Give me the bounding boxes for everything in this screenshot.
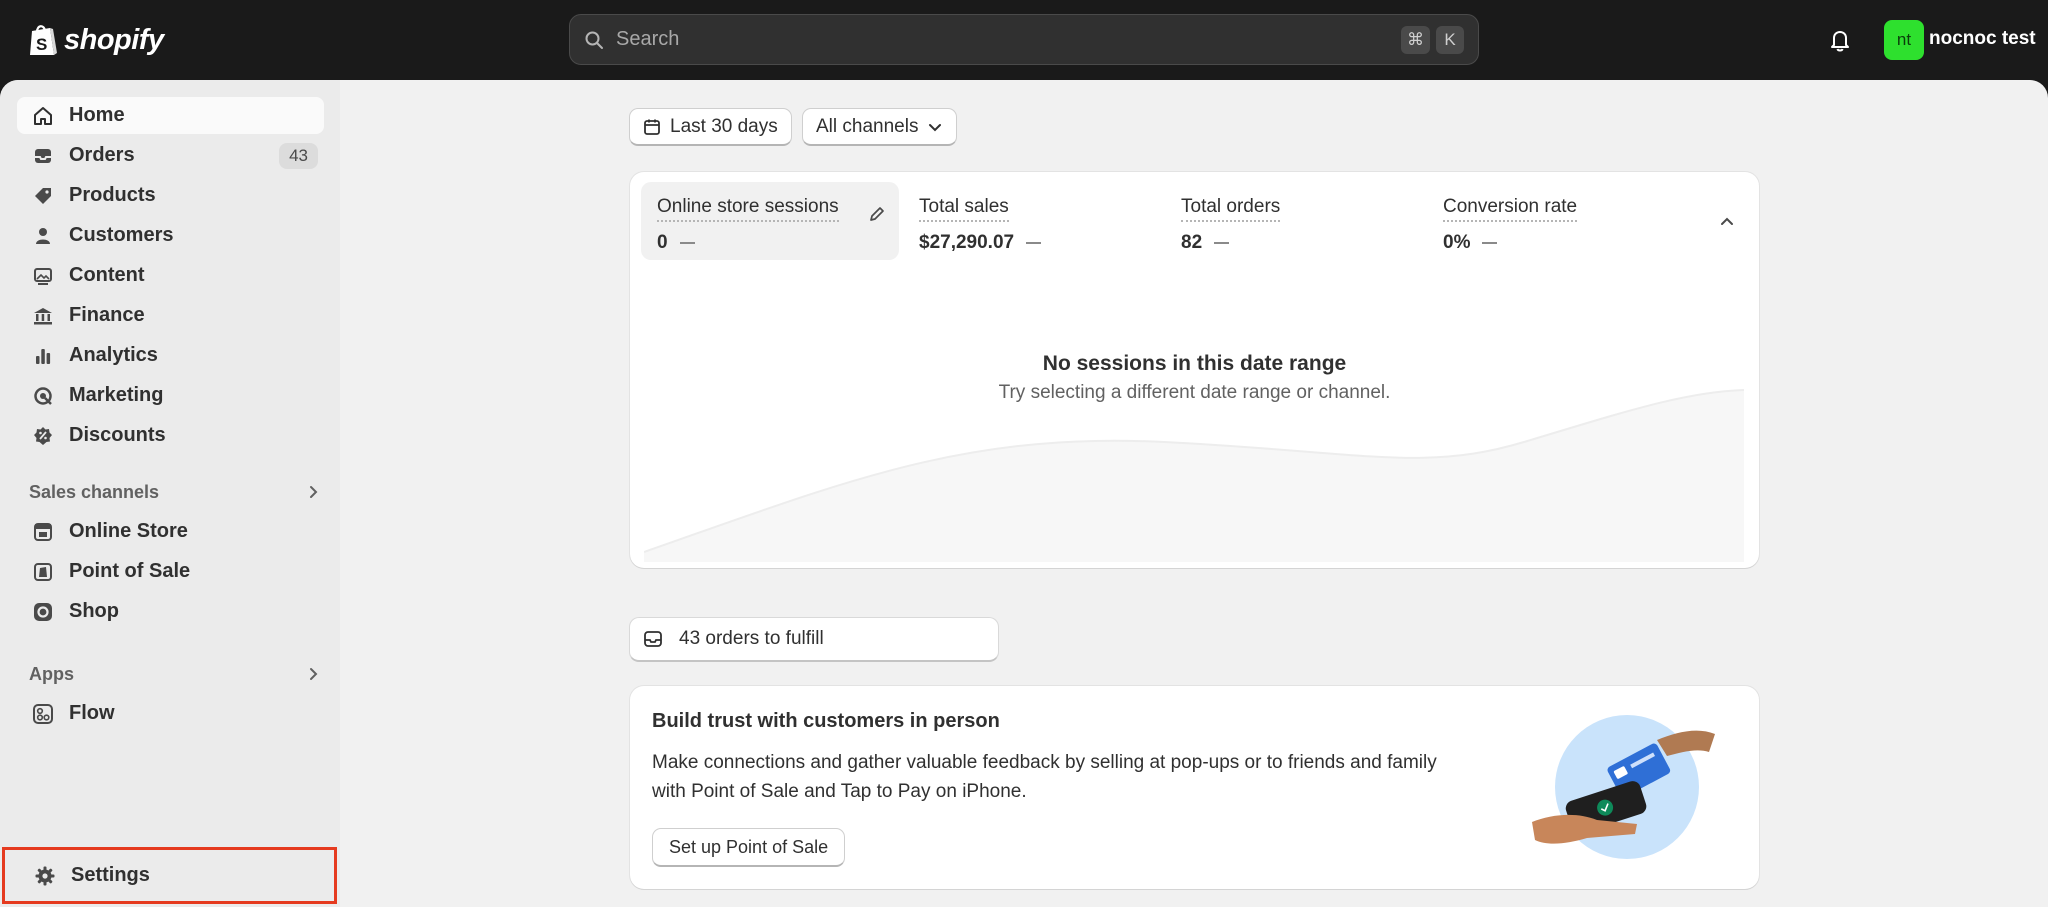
flow-icon [31, 702, 55, 726]
sidebar-item-label: Products [69, 184, 156, 206]
metric-conversion-rate[interactable]: Conversion rate 0% [1427, 182, 1685, 260]
sidebar-item-home[interactable]: Home [17, 97, 324, 134]
metrics-card: Online store sessions 0 Total sales $27,… [630, 172, 1759, 568]
metric-label: Conversion rate [1443, 196, 1578, 222]
shortcut-k-key: K [1436, 25, 1464, 54]
sidebar-item-products[interactable]: Products [17, 177, 324, 214]
sidebar-item-label: Shop [69, 600, 119, 622]
sidebar-item-label: Marketing [69, 384, 164, 406]
metric-value: 0 [657, 232, 883, 254]
sidebar-item-label: Point of Sale [69, 560, 191, 582]
metric-label: Total sales [919, 196, 1009, 222]
person-icon [31, 224, 55, 248]
sales-channels-header[interactable]: Sales channels [29, 477, 324, 507]
sales-channels-title: Sales channels [29, 481, 160, 502]
bank-icon [31, 304, 55, 328]
inbox-icon [644, 631, 662, 647]
orders-count-badge: 43 [279, 143, 318, 169]
sidebar-item-shop[interactable]: Shop [17, 593, 324, 630]
sidebar-item-label: Orders [69, 144, 135, 166]
empty-state-subtitle: Try selecting a different date range or … [998, 382, 1391, 403]
promo-title: Build trust with customers in person [652, 710, 1000, 732]
image-icon [31, 264, 55, 288]
sidebar-item-content[interactable]: Content [17, 257, 324, 294]
chevron-right-icon[interactable] [304, 483, 322, 501]
home-icon [31, 104, 55, 128]
sidebar-item-label: Analytics [69, 344, 158, 366]
promo-body: Make connections and gather valuable fee… [652, 752, 1437, 802]
target-icon [31, 384, 55, 408]
shortcut-cmd-key: ⌘ [1401, 25, 1430, 54]
sidebar-item-marketing[interactable]: Marketing [17, 377, 324, 414]
pos-promo-card: Build trust with customers in person Mak… [630, 686, 1759, 889]
orders-to-fulfill-button[interactable]: 43 orders to fulfill [629, 617, 999, 662]
shop-icon [31, 600, 55, 624]
sidebar-item-label: Content [69, 264, 145, 286]
sidebar-item-label: Customers [69, 224, 174, 246]
empty-state-title: No sessions in this date range [1042, 352, 1347, 375]
apps-title: Apps [29, 663, 74, 684]
storefront-icon [31, 520, 55, 544]
calendar-icon [644, 119, 660, 135]
metric-total-orders[interactable]: Total orders 82 [1165, 182, 1423, 260]
apps-header[interactable]: Apps [29, 659, 324, 689]
admin-frame: Home Orders 43 Products Customers Conten… [0, 80, 2048, 907]
bar-chart-icon [31, 344, 55, 368]
pos-icon [31, 560, 55, 584]
sidebar-item-discounts[interactable]: Discounts [17, 417, 324, 454]
tag-icon [31, 184, 55, 208]
channels-label: All channels [816, 115, 919, 137]
sidebar-item-analytics[interactable]: Analytics [17, 337, 324, 374]
sidebar-item-label: Home [69, 104, 125, 126]
settings-label: Settings [71, 864, 150, 886]
sidebar-item-customers[interactable]: Customers [17, 217, 324, 254]
metric-value: 0% [1443, 232, 1669, 254]
sidebar-item-label: Flow [69, 702, 115, 724]
svg-text:S: S [36, 35, 47, 54]
search-icon [585, 31, 603, 49]
sidebar-item-label: Finance [69, 304, 145, 326]
chevron-down-icon [929, 123, 942, 131]
metric-label: Total orders [1181, 196, 1281, 222]
store-avatar[interactable]: nt [1884, 20, 1924, 60]
sidebar-item-finance[interactable]: Finance [17, 297, 324, 334]
pos-payment-illustration [1532, 715, 1715, 859]
sidebar-item-label: Discounts [69, 424, 166, 446]
inbox-icon [31, 144, 55, 168]
discount-icon [31, 424, 55, 448]
sidebar-item-label: Online Store [69, 520, 188, 542]
top-bar: S shopify ⌘ K nt nocnoc test [0, 0, 2048, 80]
sidebar: Home Orders 43 Products Customers Conten… [0, 80, 340, 907]
brand-wordmark: shopify [64, 23, 164, 56]
metric-label: Online store sessions [657, 196, 839, 222]
search-input[interactable] [616, 28, 1395, 51]
sidebar-item-settings[interactable]: Settings [2, 847, 337, 904]
gear-icon [33, 864, 57, 888]
setup-pos-button[interactable]: Set up Point of Sale [652, 828, 846, 867]
pencil-icon[interactable] [867, 204, 887, 224]
orders-to-fulfill-label: 43 orders to fulfill [679, 628, 824, 649]
notifications-bell-icon[interactable] [1826, 26, 1854, 54]
metric-value: 82 [1181, 232, 1407, 254]
sidebar-item-orders[interactable]: Orders 43 [17, 137, 324, 174]
metric-value: $27,290.07 [919, 232, 1145, 254]
sidebar-item-point-of-sale[interactable]: Point of Sale [17, 553, 324, 590]
chevron-up-icon[interactable] [1717, 212, 1737, 232]
shopify-logo[interactable]: S shopify [28, 20, 164, 60]
channels-dropdown[interactable]: All channels [802, 108, 958, 146]
chevron-right-icon[interactable] [304, 665, 322, 683]
metric-online-store-sessions[interactable]: Online store sessions 0 [641, 182, 899, 260]
sidebar-item-online-store[interactable]: Online Store [17, 513, 324, 550]
metric-total-sales[interactable]: Total sales $27,290.07 [903, 182, 1161, 260]
store-name[interactable]: nocnoc test [1929, 28, 2036, 50]
date-range-label: Last 30 days [670, 115, 778, 137]
sidebar-item-flow[interactable]: Flow [17, 695, 324, 732]
shopify-bag-icon: S [30, 25, 57, 55]
search-bar[interactable]: ⌘ K [569, 14, 1479, 65]
date-range-button[interactable]: Last 30 days [629, 108, 792, 146]
